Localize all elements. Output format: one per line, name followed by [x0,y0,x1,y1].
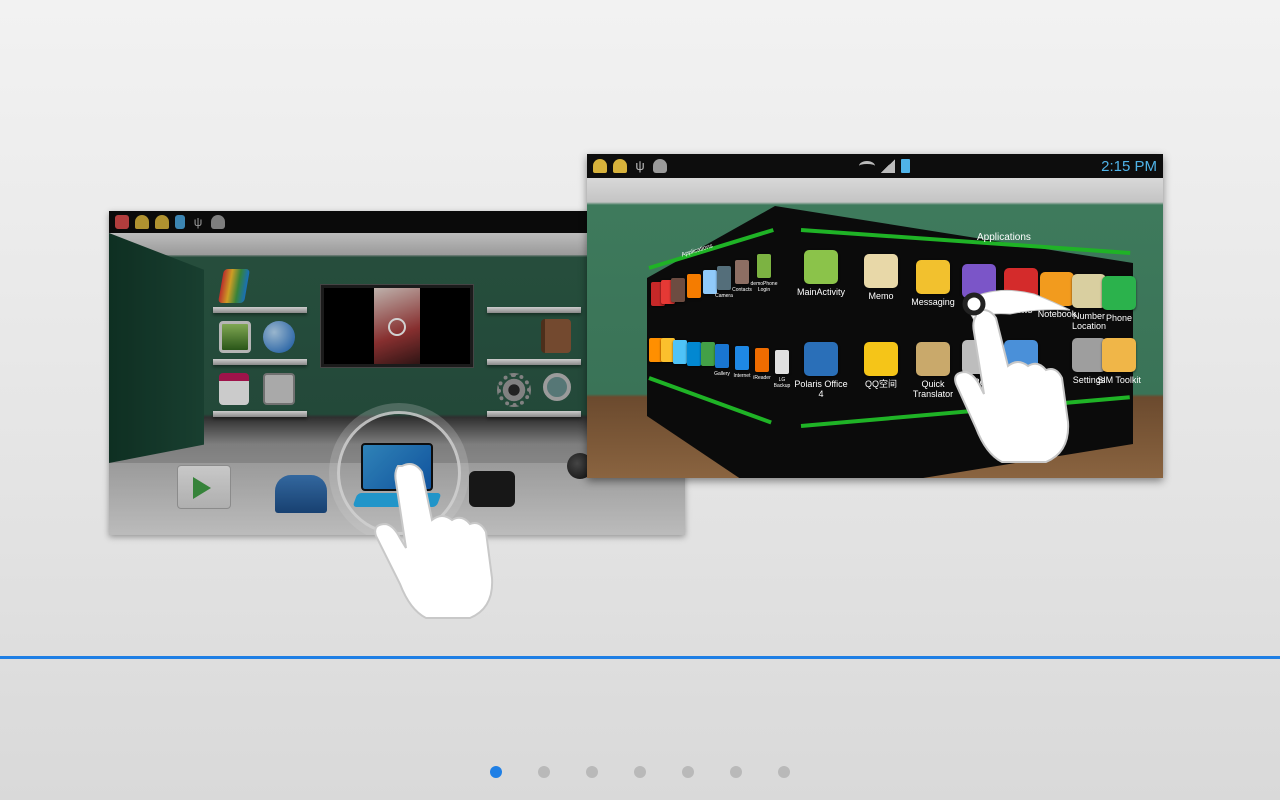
app-launcher-item[interactable]: QQ空间 [851,342,911,389]
wifi-icon [858,161,875,171]
construction-icon [613,159,627,173]
app-launcher-item[interactable]: Internet [731,346,753,379]
app-label: SIM Toolkit [1097,375,1141,385]
app-launcher-item[interactable]: Polaris Office 4 [791,342,851,399]
app-launcher-item[interactable]: demoPhone Login [750,254,778,293]
page-dot[interactable] [634,766,646,778]
battery-icon [900,159,910,173]
app-label: MainActivity [796,287,845,297]
app-icon [715,344,729,368]
app-label: demoPhone Login [750,281,778,293]
signal-icon [880,159,895,173]
app-launcher-item[interactable]: Memo [851,254,911,301]
app-label: iReader [753,375,771,381]
page-dot[interactable] [682,766,694,778]
app-label: Phone [1105,313,1133,323]
app-launcher-item[interactable]: SIM Toolkit [1089,338,1149,385]
office-icon [804,342,838,376]
page-dot[interactable] [730,766,742,778]
page-dot[interactable] [538,766,550,778]
usb-icon: ψ [635,158,645,173]
app-icon [735,346,749,370]
sim-icon [1102,338,1136,372]
app-icon [717,266,731,290]
app-launcher-item[interactable]: Phone [1089,276,1149,323]
app-launcher-item[interactable]: Gallery [711,344,733,377]
tap-gesture-hand-icon [374,463,494,619]
app-icon [735,260,749,284]
messaging-icon [916,260,950,294]
swipe-gesture-hand-icon [954,289,1071,463]
app-launcher-item[interactable]: iReader [751,348,773,381]
android-debug-icon [653,159,667,173]
app-label: Camera [715,293,733,299]
page-indicator[interactable] [0,766,1280,780]
page-dot-active[interactable] [490,766,502,778]
phone-icon [1102,276,1136,310]
status-clock: 2:15 PM [1101,157,1157,175]
app-icon [757,254,771,278]
app-label: Memo [868,291,894,301]
qq-space-icon [864,342,898,376]
app-label: LG Backup [773,377,791,389]
app-label: Internet [733,373,751,379]
app-launcher-item[interactable]: MainActivity [791,250,851,297]
page-dot[interactable] [778,766,790,778]
translator-icon [916,342,950,376]
app-icon [775,350,789,374]
app-label: QQ空间 [864,379,897,389]
accent-divider [0,656,1280,659]
app-launcher-item[interactable]: LG Backup [771,350,793,389]
cube-front-title: Applications [977,232,1031,243]
construction-icon [593,159,607,173]
app-label: Polaris Office 4 [794,379,848,399]
status-bar: ψ 2:15 PM [587,154,1163,178]
app-label: Gallery [714,371,730,377]
app-icon [755,348,769,372]
app-label: Contacts [732,287,752,293]
android-icon [804,250,838,284]
memo-icon [864,254,898,288]
page-dot[interactable] [586,766,598,778]
